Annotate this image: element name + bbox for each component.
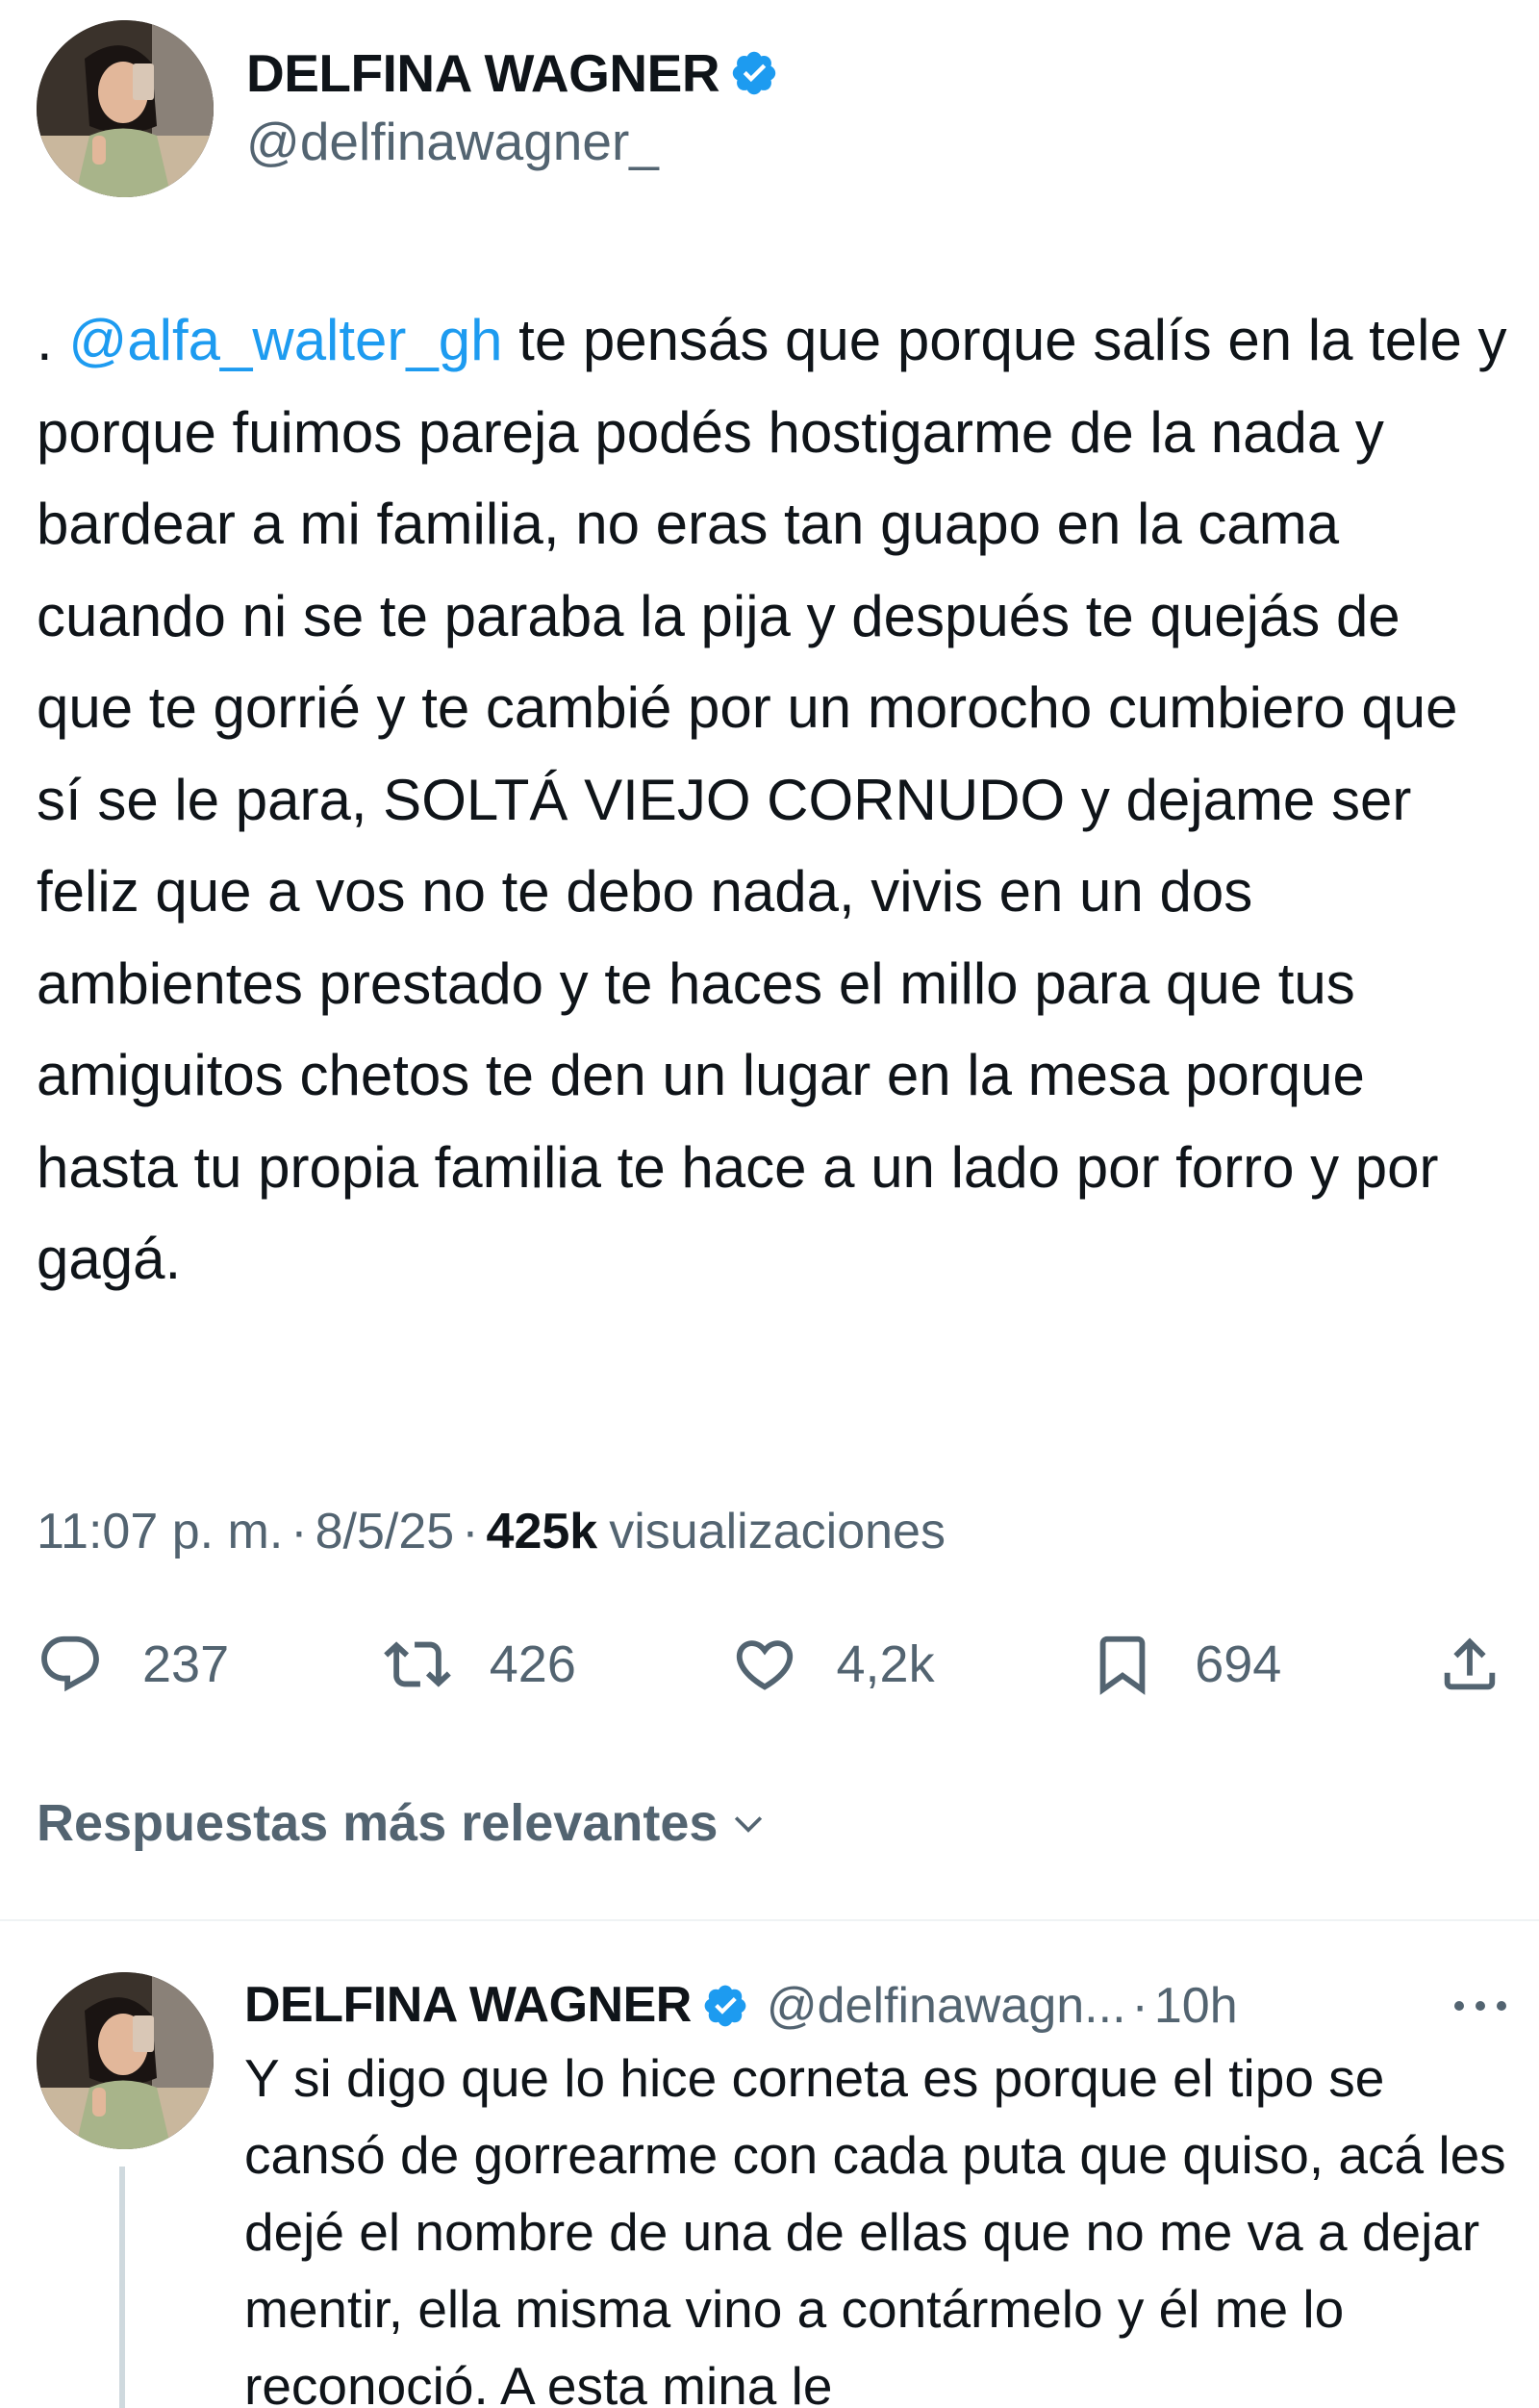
mention-link[interactable]: @alfa_walter_gh <box>68 308 502 372</box>
tweet-text: . @alfa_walter_gh te pensás que porque s… <box>37 294 1508 1305</box>
chevron-down-icon <box>735 1816 763 1833</box>
tweet-text-prefix: . <box>37 308 69 372</box>
divider <box>0 1919 1539 1921</box>
bookmark-button[interactable]: 694 <box>1089 1631 1281 1698</box>
reply-icon <box>41 1635 99 1692</box>
verified-badge-icon[interactable] <box>701 1982 749 2030</box>
author-handle[interactable]: @delfinawagner_ <box>246 110 779 173</box>
reply-author-handle[interactable]: @delfinawagn... <box>767 1977 1126 2035</box>
name-row: DELFINA WAGNER <box>246 44 779 103</box>
tweet-date[interactable]: 8/5/25 <box>315 1503 455 1560</box>
repost-icon <box>383 1641 451 1687</box>
share-button[interactable] <box>1436 1631 1503 1698</box>
bookmark-icon <box>1099 1635 1146 1695</box>
like-count: 4,2k <box>836 1635 935 1693</box>
verified-badge-icon[interactable] <box>729 48 779 98</box>
reply-author-name[interactable]: DELFINA WAGNER <box>244 1978 692 2033</box>
tweet-time[interactable]: 11:07 p. m. <box>37 1503 283 1560</box>
author-block: DELFINA WAGNER @delfinawagner_ <box>246 44 779 174</box>
tweet-text-body: te pensás que porque salís en la tele y … <box>37 308 1507 1291</box>
repost-button[interactable]: 426 <box>383 1631 576 1698</box>
reply-avatar[interactable] <box>37 1972 214 2149</box>
more-horizontal-icon[interactable] <box>1447 1987 1514 2025</box>
reply-separator: · <box>1131 1978 1148 2034</box>
tweet-meta: 11:07 p. m. · 8/5/25 · 425k visualizacio… <box>37 1501 946 1562</box>
meta-separator: · <box>290 1504 308 1559</box>
like-button[interactable]: 4,2k <box>731 1631 935 1698</box>
heart-icon <box>736 1640 793 1690</box>
reply-header: DELFINA WAGNER @delfinawagn... · 10h <box>244 1967 1514 2044</box>
replies-sort-label: Respuestas más relevantes <box>37 1794 719 1852</box>
reply-text: Y si digo que lo hice corneta es porque … <box>244 2048 1506 2408</box>
avatar[interactable] <box>37 20 214 197</box>
thread-line <box>119 2167 125 2408</box>
share-icon <box>1444 1637 1496 1690</box>
user-avatar-photo-icon <box>37 1972 214 2149</box>
views-count: 425k <box>486 1504 598 1559</box>
meta-separator: · <box>462 1504 479 1559</box>
repost-count: 426 <box>489 1635 576 1693</box>
tweet-detail-page: DELFINA WAGNER @delfinawagner_ . @alfa_w… <box>0 0 1539 2408</box>
tweet-header: DELFINA WAGNER @delfinawagner_ <box>37 19 1499 198</box>
reply-button[interactable]: 237 <box>37 1631 229 1698</box>
user-avatar-photo-icon <box>37 20 214 197</box>
tweet-actions: 237 426 4,2k 694 <box>37 1626 1503 1703</box>
reply-time[interactable]: 10h <box>1154 1977 1238 2035</box>
author-display-name[interactable]: DELFINA WAGNER <box>246 44 720 103</box>
reply-count: 237 <box>142 1635 230 1693</box>
views-label: visualizaciones <box>609 1504 946 1559</box>
replies-sort-dropdown[interactable]: Respuestas más relevantes <box>37 1789 770 1857</box>
bookmark-count: 694 <box>1195 1635 1282 1693</box>
